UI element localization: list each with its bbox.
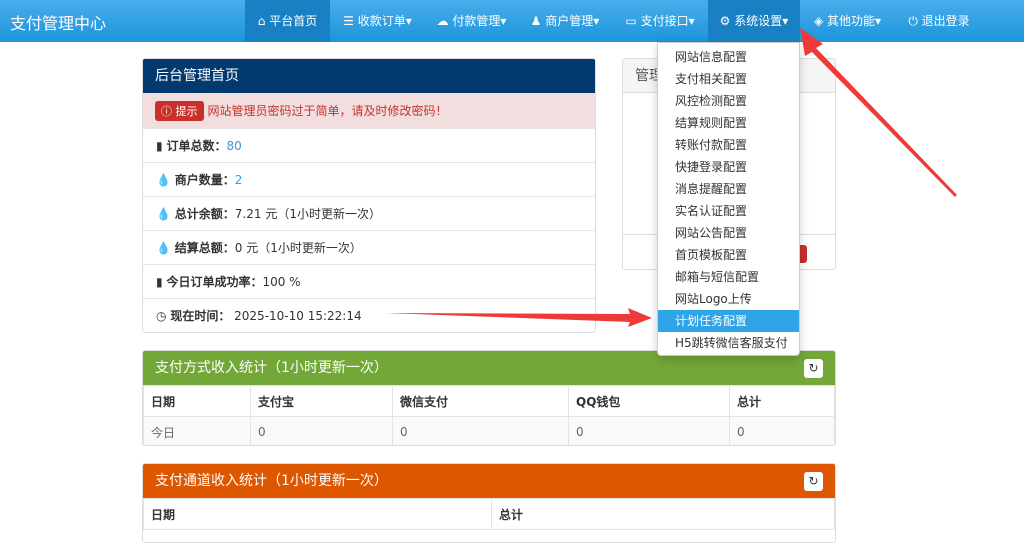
alert-badge: ⓘ 提示	[155, 101, 204, 121]
menu-item-transfer[interactable]: 转账付款配置	[658, 134, 799, 156]
table-header-row: 日期 总计	[143, 498, 835, 530]
panel-title: 后台管理首页	[143, 59, 595, 93]
drop-icon: 💧	[156, 173, 171, 187]
stat-merchants: 💧 商户数量：2	[143, 162, 595, 196]
channel-stats-panel: 支付通道收入统计（1小时更新一次） ↻ 日期 总计	[142, 463, 836, 543]
drop-icon: 💧	[156, 207, 171, 221]
home-icon: ⌂	[257, 14, 266, 28]
stat-label: 商户数量：	[174, 173, 235, 187]
dashboard-panel: 后台管理首页 ⓘ 提示 网站管理员密码过于简单，请及时修改密码！ ▮ 订单总数：8…	[142, 58, 596, 333]
nav-label: 退出登录	[921, 14, 970, 28]
stat-note: （1小时更新一次）	[258, 241, 362, 255]
settings-dropdown-menu: 网站信息配置 支付相关配置 风控检测配置 结算规则配置 转账付款配置 快捷登录配…	[657, 42, 800, 356]
nav-label: 其他功能	[827, 14, 876, 28]
table-cell: 今日	[143, 416, 251, 445]
stat-value: 100 %	[262, 275, 301, 289]
stat-label: 总计余额：	[174, 207, 235, 221]
nav-payout[interactable]: ☁ 付款管理▾	[425, 0, 518, 42]
top-navbar: 支付管理中心 ⌂ 平台首页 ☰ 收款订单▾ ☁ 付款管理▾ ♟ 商户管理▾ ▭ …	[0, 0, 1024, 42]
menu-item-site-info[interactable]: 网站信息配置	[658, 46, 799, 68]
menu-item-homepage-template[interactable]: 首页模板配置	[658, 244, 799, 266]
panel-title: 支付方式收入统计（1小时更新一次）	[155, 360, 388, 376]
stat-balance: 💧 总计余额：7.21 元（1小时更新一次）	[143, 196, 595, 230]
column-header: 支付宝	[250, 385, 393, 417]
cloud-icon: ☁	[436, 14, 449, 28]
table-cell: 0	[568, 416, 730, 445]
bar-chart-icon: ▮	[156, 275, 163, 289]
list-icon: ☰	[343, 14, 354, 28]
refresh-icon[interactable]: ↻	[804, 472, 823, 491]
panel-title: 支付通道收入统计（1小时更新一次）	[155, 473, 388, 489]
menu-item-payment[interactable]: 支付相关配置	[658, 68, 799, 90]
clock-icon: ◷	[156, 309, 167, 323]
cube-icon: ◈	[813, 14, 824, 28]
pay-method-table: 日期 支付宝 微信支付 QQ钱包 总计 今日 0 0 0 0	[143, 385, 835, 445]
brand-title[interactable]: 支付管理中心	[10, 10, 106, 34]
column-header: 总计	[729, 385, 835, 417]
column-header: 微信支付	[392, 385, 569, 417]
column-header: QQ钱包	[568, 385, 730, 417]
stat-label: 结算总额：	[174, 241, 235, 255]
menu-item-risk-control[interactable]: 风控检测配置	[658, 90, 799, 112]
menu-item-logo-upload[interactable]: 网站Logo上传	[658, 288, 799, 310]
stat-value[interactable]: 2	[235, 173, 243, 187]
stat-value[interactable]: 80	[226, 139, 241, 153]
nav-other[interactable]: ◈ 其他功能▾	[800, 0, 895, 42]
gear-icon: ⚙	[719, 14, 731, 28]
nav-orders[interactable]: ☰ 收款订单▾	[330, 0, 425, 42]
stat-success-rate: ▮ 今日订单成功率：100 %	[143, 264, 595, 298]
nav-label: 支付接口	[640, 14, 689, 28]
column-header: 总计	[491, 498, 835, 530]
table-cell: 0	[392, 416, 569, 445]
menu-item-h5-wechat[interactable]: H5跳转微信客服支付	[658, 332, 799, 354]
nav-merchants[interactable]: ♟ 商户管理▾	[518, 0, 612, 42]
nav-label: 付款管理	[452, 14, 501, 28]
nav-settings[interactable]: ⚙ 系统设置▾	[708, 0, 800, 42]
nav-logout[interactable]: ⏻ 退出登录	[895, 0, 983, 42]
stat-label: 今日订单成功率：	[166, 275, 263, 289]
nav-interfaces[interactable]: ▭ 支付接口▾	[612, 0, 708, 42]
bar-chart-icon: ▮	[156, 139, 163, 153]
menu-item-notifications[interactable]: 消息提醒配置	[658, 178, 799, 200]
password-alert: ⓘ 提示 网站管理员密码过于简单，请及时修改密码！	[143, 93, 595, 128]
alert-text: 网站管理员密码过于简单，请及时修改密码！	[207, 104, 448, 118]
stat-value: 7.21 元	[234, 207, 278, 221]
menu-item-real-name[interactable]: 实名认证配置	[658, 200, 799, 222]
nav-label: 平台首页	[269, 14, 318, 28]
nav-label: 收款订单	[357, 14, 406, 28]
channel-table: 日期 总计	[143, 498, 835, 530]
stat-value: 0 元	[234, 241, 259, 255]
panel-header: 支付方式收入统计（1小时更新一次） ↻	[143, 351, 835, 385]
menu-item-email-sms[interactable]: 邮箱与短信配置	[658, 266, 799, 288]
pay-method-stats-panel: 支付方式收入统计（1小时更新一次） ↻ 日期 支付宝 微信支付 QQ钱包 总计 今日 0 0 0…	[142, 350, 836, 446]
table-row: 今日 0 0 0 0	[143, 416, 835, 445]
menu-item-settlement-rules[interactable]: 结算规则配置	[658, 112, 799, 134]
alert-badge-label: 提示	[175, 105, 198, 118]
stat-label: 订单总数：	[166, 139, 227, 153]
nav-label: 商户管理	[545, 14, 594, 28]
power-icon: ⏻	[908, 14, 918, 28]
menu-item-announcement[interactable]: 网站公告配置	[658, 222, 799, 244]
column-header: 日期	[143, 385, 251, 417]
table-header-row: 日期 支付宝 微信支付 QQ钱包 总计	[143, 385, 835, 417]
nav-label: 系统设置	[734, 14, 783, 28]
panel-header: 支付通道收入统计（1小时更新一次） ↻	[143, 464, 835, 498]
drop-icon: 💧	[156, 241, 171, 255]
menu-item-cron-tasks[interactable]: 计划任务配置	[658, 310, 799, 332]
stat-label: 现在时间：	[170, 309, 231, 323]
stat-settlement: 💧 结算总额：0 元（1小时更新一次）	[143, 230, 595, 264]
menu-item-quick-login[interactable]: 快捷登录配置	[658, 156, 799, 178]
stat-current-time: ◷ 现在时间： 2025-10-10 15:22:14	[143, 298, 595, 332]
refresh-icon[interactable]: ↻	[804, 359, 823, 378]
user-icon: ♟	[530, 14, 542, 28]
stat-orders: ▮ 订单总数：80	[143, 128, 595, 162]
table-cell: 0	[250, 416, 393, 445]
nav-home[interactable]: ⌂ 平台首页	[245, 0, 330, 42]
table-cell: 0	[729, 416, 835, 445]
stat-value: 2025-10-10 15:22:14	[234, 309, 362, 323]
column-header: 日期	[143, 498, 492, 530]
stat-note: （1小时更新一次）	[277, 207, 381, 221]
credit-card-icon: ▭	[625, 14, 637, 28]
